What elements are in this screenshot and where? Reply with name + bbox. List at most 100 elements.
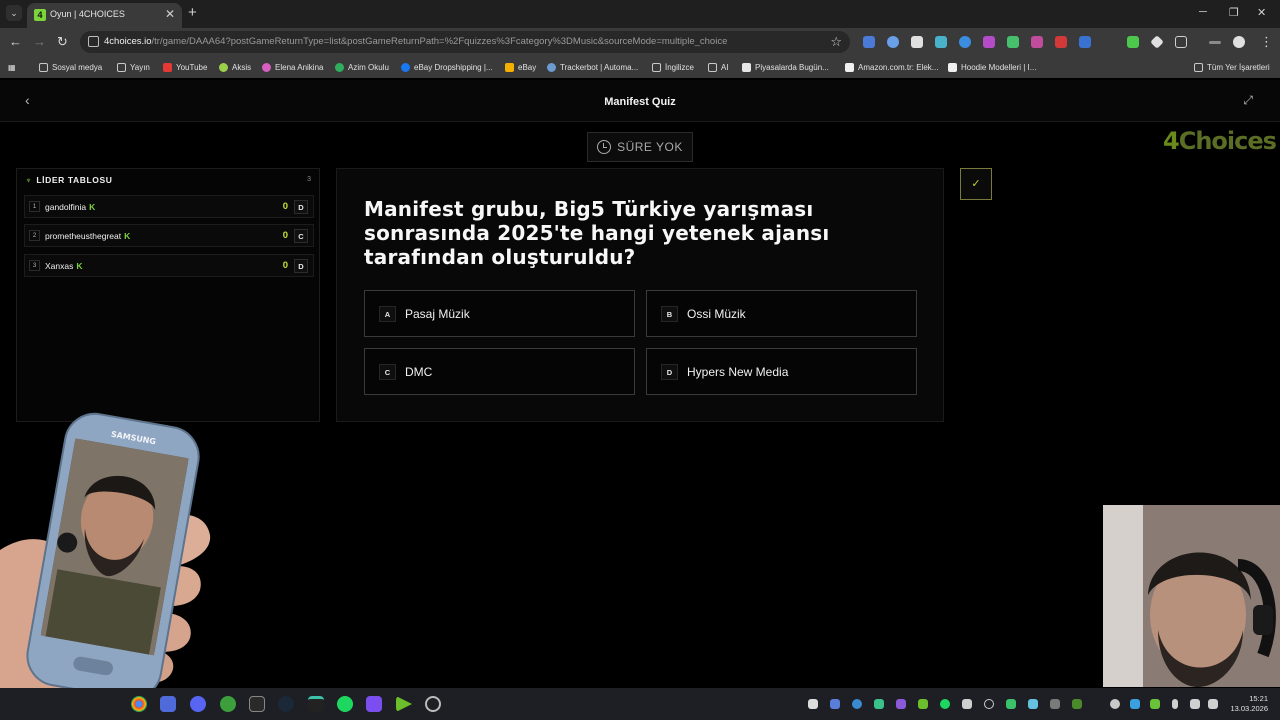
browser-tab[interactable]: 4 Oyun | 4CHOICES ✕ (27, 3, 182, 28)
player-count: 3 (307, 176, 311, 183)
profile-avatar-icon[interactable] (1233, 36, 1245, 48)
close-tab-icon[interactable]: ✕ (165, 7, 175, 21)
tray-icon[interactable] (1050, 699, 1060, 709)
bookmarks-bar: ▦ Sosyal medya Yayın YouTube Aksis Elena… (0, 56, 1280, 78)
microphone-icon[interactable] (1172, 699, 1178, 709)
obs-icon[interactable] (425, 696, 441, 712)
bookmark-item[interactable]: Piyasalarda Bugün... (742, 61, 829, 74)
tray-icon[interactable] (984, 699, 994, 709)
bookmark-item[interactable]: Sosyal medya (39, 61, 102, 74)
extension-icon[interactable] (1055, 36, 1067, 48)
tray-icon[interactable] (1028, 699, 1038, 709)
apps-grid-icon[interactable]: ▦ (8, 61, 16, 74)
extension-icon[interactable] (983, 36, 995, 48)
back-button[interactable]: ← (9, 34, 22, 49)
bookmark-item[interactable]: Elena Anikina (262, 61, 323, 74)
player-name: Xanxas K (45, 261, 83, 271)
tray-icon[interactable] (962, 699, 972, 709)
answer-option-a[interactable]: A Pasaj Müzik (364, 290, 635, 337)
reading-list-icon[interactable] (1209, 41, 1221, 44)
leaderboard-row: 3 Xanxas K 0 D (24, 254, 314, 277)
app-grid-icon[interactable] (366, 696, 382, 712)
player-answer: C (294, 229, 308, 243)
discord-icon[interactable] (190, 696, 206, 712)
epic-games-icon[interactable] (249, 696, 265, 712)
browser-menu-icon[interactable]: ⋮ (1260, 34, 1273, 50)
steam-icon[interactable] (278, 696, 294, 712)
tray-icon[interactable] (1072, 699, 1082, 709)
answer-option-d[interactable]: D Hypers New Media (646, 348, 917, 395)
taskbar-clock[interactable]: 15:21 13.03.2026 (1230, 694, 1268, 714)
player-score: 0 (282, 201, 288, 212)
terminal-icon[interactable] (308, 696, 324, 712)
timer-badge: SÜRE YOK (587, 132, 693, 162)
4choices-logo: 4Choices (1163, 127, 1277, 155)
extension-icon[interactable] (1007, 36, 1019, 48)
forward-button[interactable]: → (33, 34, 46, 49)
network-icon[interactable] (1190, 699, 1200, 709)
answer-letter: B (661, 306, 678, 322)
tray-icon[interactable] (896, 699, 906, 709)
answer-option-c[interactable]: C DMC (364, 348, 635, 395)
minimize-button[interactable]: ─ (1199, 6, 1207, 18)
site-info-icon[interactable] (88, 36, 99, 47)
reload-button[interactable]: ↻ (57, 34, 68, 50)
audio-extension-icon[interactable] (887, 36, 899, 48)
tray-icon[interactable] (830, 699, 840, 709)
player-name: prometheusthegreat K (45, 231, 131, 241)
extension-icon[interactable] (935, 36, 947, 48)
extension-icon[interactable] (1031, 36, 1043, 48)
bookmark-item[interactable]: AI (708, 61, 729, 74)
bookmark-star-icon[interactable]: ☆ (830, 34, 842, 50)
extension-icon[interactable] (959, 36, 971, 48)
maximize-button[interactable]: ❐ (1229, 6, 1239, 19)
spotify-tray-icon[interactable] (940, 699, 950, 709)
translate-extension-icon[interactable] (863, 36, 875, 48)
bookmark-item[interactable]: Yayın (117, 61, 150, 74)
bookmark-item[interactable]: İngilizce (652, 61, 694, 74)
bookmark-item[interactable]: Trackerbot | Automa... (547, 61, 638, 74)
volume-icon[interactable] (1208, 699, 1218, 709)
bookmark-item[interactable]: YouTube (163, 61, 207, 74)
bookmark-item[interactable]: Hoodie Modelleri | I... (948, 61, 1036, 74)
play-icon[interactable] (396, 696, 412, 712)
tray-icon[interactable] (852, 699, 862, 709)
bookmark-item[interactable]: Amazon.com.tr: Elek... (845, 61, 938, 74)
chrome-icon[interactable] (131, 696, 147, 712)
extension-icon[interactable] (1150, 35, 1164, 49)
answer-option-b[interactable]: B Ossi Müzik (646, 290, 917, 337)
tray-icon[interactable] (918, 699, 928, 709)
tray-icon[interactable] (874, 699, 884, 709)
fullscreen-icon[interactable]: ⤢ (1243, 93, 1253, 108)
tab-search-button[interactable]: ⌄ (6, 5, 22, 21)
address-bar[interactable]: 4choices.io/tr/game/DAAA64?postGameRetur… (80, 31, 850, 53)
answer-letter: C (379, 364, 396, 380)
xbox-icon[interactable] (220, 696, 236, 712)
player-score: 0 (282, 260, 288, 271)
trophy-icon: ♆ (25, 175, 33, 185)
confirm-check-button[interactable]: ✓ (960, 168, 992, 200)
tray-icon[interactable] (1110, 699, 1120, 709)
window-close-button[interactable]: ✕ (1257, 6, 1266, 19)
spotify-icon[interactable] (337, 696, 353, 712)
tray-icon[interactable] (1006, 699, 1016, 709)
all-bookmarks-folder[interactable]: Tüm Yer İşaretleri (1194, 61, 1270, 74)
extension-icon[interactable] (1079, 36, 1091, 48)
extensions-puzzle-icon[interactable] (1175, 36, 1187, 48)
tray-icon[interactable] (1150, 699, 1160, 709)
new-tab-button[interactable]: + (188, 4, 197, 21)
tray-icon[interactable] (808, 699, 818, 709)
player-answer: D (294, 259, 308, 273)
bookmark-item[interactable]: eBay (505, 61, 536, 74)
extension-icon[interactable] (1127, 36, 1139, 48)
leaderboard-panel: ♆ LİDER TABLOSU 3 1 gandolfinia K 0 D 2 p… (16, 168, 320, 422)
tab-title: Oyun | 4CHOICES (50, 9, 125, 19)
tray-icon[interactable] (1130, 699, 1140, 709)
extension-icon[interactable] (911, 36, 923, 48)
bookmark-item[interactable]: Azim Okulu (335, 61, 389, 74)
clock-date: 13.03.2026 (1230, 704, 1268, 713)
bookmark-item[interactable]: eBay Dropshipping |... (401, 61, 493, 74)
url-text[interactable]: 4choices.io/tr/game/DAAA64?postGameRetur… (104, 36, 727, 47)
app-icon[interactable] (160, 696, 176, 712)
bookmark-item[interactable]: Aksis (219, 61, 251, 74)
